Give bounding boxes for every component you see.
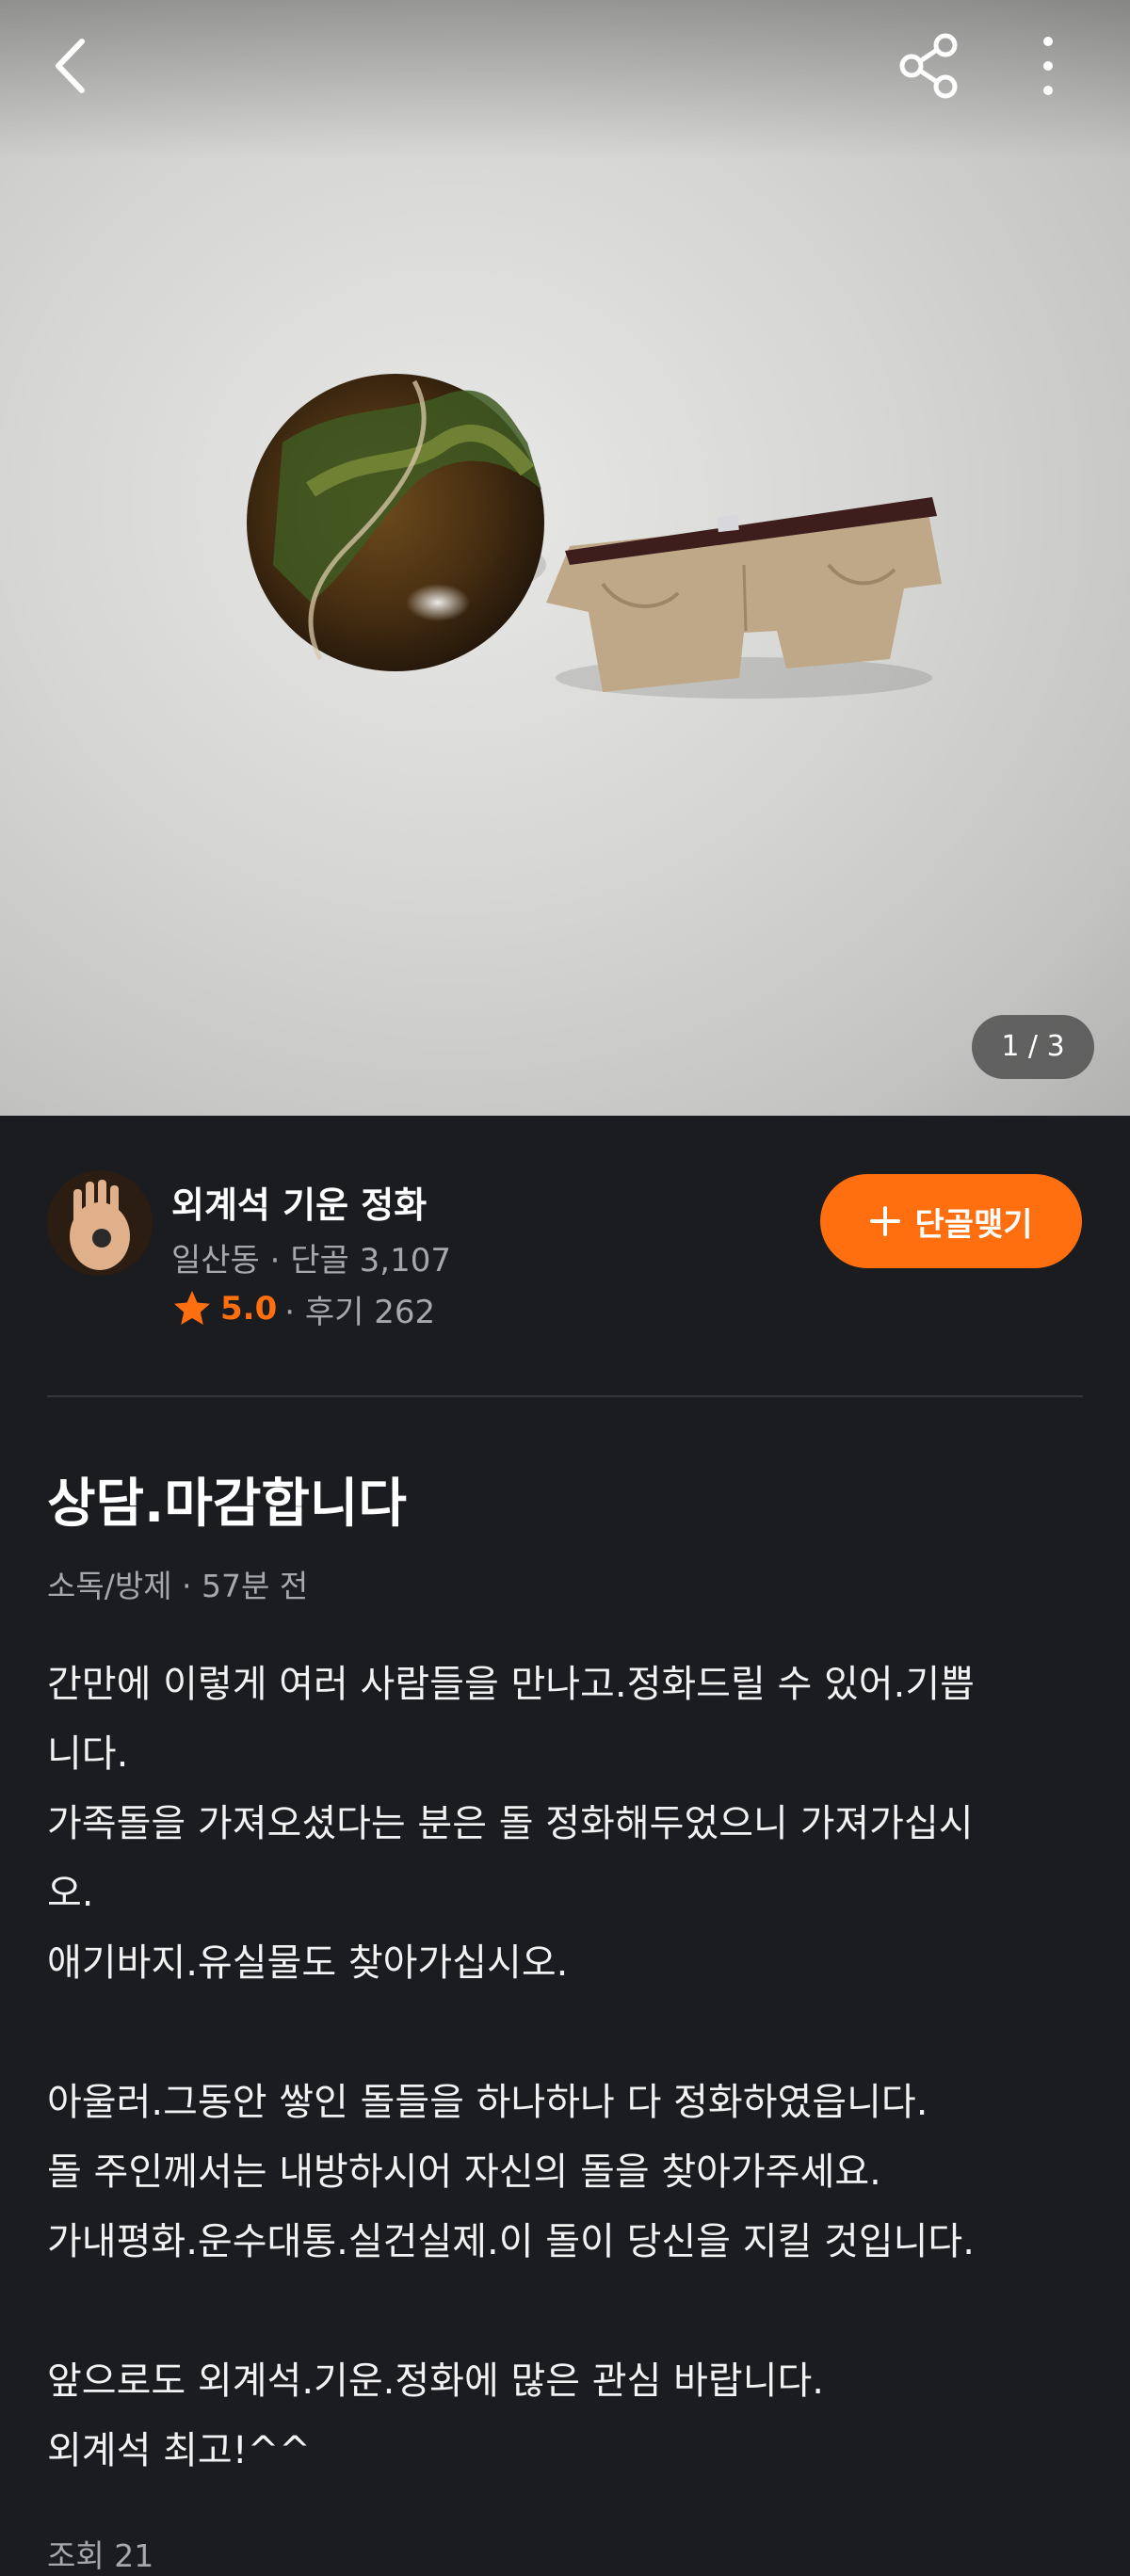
- share-button[interactable]: [887, 26, 972, 111]
- body-line: 가족돌을 가져오셨다는 분은 돌 정화해두었으니 가져가십시: [47, 1802, 974, 1845]
- more-button[interactable]: [1006, 26, 1090, 111]
- page-indicator: 1 / 3: [972, 1015, 1094, 1079]
- body-line: 앞으로도 외계석.기운.정화에 많은 관심 바랍니다.: [47, 2359, 825, 2403]
- post-body: 간만에 이렇게 여러 사람들을 만나고.정화드릴 수 있어.기쁩 니다. 가족돌…: [47, 1650, 1092, 2486]
- body-line: 아울러.그동안 쌓인 돌들을 하나하나 다 정화하였읍니다.: [47, 2081, 928, 2124]
- review-count: · 후기 262: [284, 1293, 436, 1331]
- body-line: [47, 1998, 1092, 2068]
- body-line: 니다.: [47, 1732, 129, 1776]
- share-icon: [899, 33, 958, 99]
- body-line: 간만에 이렇게 여러 사람들을 만나고.정화드릴 수 있어.기쁩: [47, 1663, 975, 1706]
- body-line: 애기바지.유실물도 찾아가십시오.: [47, 1941, 569, 1985]
- photo-gallery[interactable]: 1 / 3: [0, 0, 1130, 1116]
- seller-rating[interactable]: 5.0 · 후기 262: [171, 1289, 435, 1331]
- body-line: 돌 주인께서는 내방하시어 자신의 돌을 찾아가주세요.: [47, 2150, 881, 2194]
- more-vertical-icon: [1043, 37, 1053, 95]
- view-count: 조회 21: [47, 2537, 154, 2574]
- seller-meta: 일산동 · 단골 3,107: [171, 1242, 451, 1280]
- follow-button[interactable]: 단골맺기: [820, 1174, 1082, 1268]
- body-line: 외계석 최고!^^: [47, 2429, 311, 2472]
- body-line: 오.: [47, 1872, 94, 1915]
- section-divider: [47, 1395, 1083, 1397]
- body-line: [47, 2277, 1092, 2346]
- post-meta[interactable]: 소독/방제 · 57분 전: [47, 1561, 308, 1606]
- plus-icon: [870, 1206, 901, 1236]
- seller-name[interactable]: 외계석 기운 정화: [171, 1176, 427, 1228]
- follow-label: 단골맺기: [914, 1205, 1033, 1244]
- back-button[interactable]: [30, 26, 115, 111]
- seller-profile: 외계석 기운 정화 일산동 · 단골 3,107 5.0 · 후기 262 단골…: [0, 1116, 1130, 1398]
- agate-stone: [247, 374, 544, 671]
- avatar-image: [47, 1170, 153, 1276]
- seller-avatar[interactable]: [47, 1170, 153, 1276]
- rating-value: 5.0: [220, 1290, 278, 1328]
- product-photo: [247, 374, 942, 699]
- chevron-left-icon: [56, 39, 85, 93]
- post-title: 상담.마감합니다: [47, 1473, 407, 1535]
- star-icon: [174, 1291, 210, 1325]
- body-line: 가내평화.운수대통.실건실제.이 돌이 당신을 지킬 것입니다.: [47, 2220, 975, 2263]
